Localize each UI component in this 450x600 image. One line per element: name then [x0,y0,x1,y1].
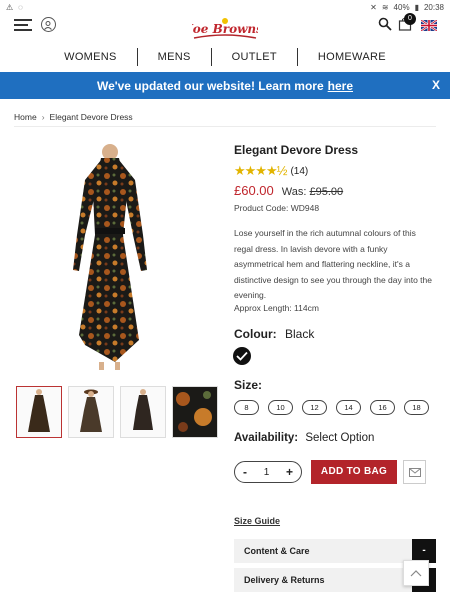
breadcrumb-home[interactable]: Home [14,112,37,122]
accordion-label: Content & Care [244,546,310,556]
divider [14,126,436,127]
breadcrumb-current: Elegant Devore Dress [49,112,133,122]
colour-label: Colour: Black [234,327,314,341]
uk-flag-icon[interactable] [420,18,438,32]
nav-mens[interactable]: MENS [138,48,212,66]
search-icon[interactable] [378,17,392,31]
site-header: Joe Browns 0 [0,13,450,44]
availability: Availability: Select Option [234,432,374,444]
battery-level: 40% [393,2,410,12]
size-guide-link[interactable]: Size Guide [234,516,280,526]
update-banner: We've updated our website! Learn more he… [0,72,450,99]
thumbnail-strip [16,386,218,438]
product-title: Elegant Devore Dress [234,143,359,157]
breadcrumb: Home › Elegant Devore Dress [14,112,133,122]
product-rating[interactable]: ★★★★½ (14) [234,163,308,179]
battery-icon: ▮ [414,2,419,12]
size-option[interactable]: 18 [404,400,429,415]
svg-text:Joe Browns: Joe Browns [192,22,258,36]
size-option[interactable]: 12 [302,400,327,415]
size-heading: Size: [234,378,263,392]
wifi-icon: ≋ [381,2,389,12]
was-price: Was: £95.00 [282,186,343,198]
colour-value: Black [285,327,315,341]
mute-icon: ✕ [370,2,377,12]
quantity-minus-button[interactable]: - [243,465,247,479]
nav-outlet[interactable]: OUTLET [212,48,298,66]
size-option[interactable]: 10 [268,400,293,415]
accordion-label: Delivery & Returns [244,575,325,585]
size-options: 8 10 12 14 16 18 [234,400,429,415]
original-price: £95.00 [309,186,344,198]
star-rating-icon: ★★★★½ [234,163,287,178]
price-block: £60.00 Was: £95.00 [234,183,343,198]
colour-swatch-black[interactable] [233,347,251,365]
email-icon[interactable] [403,460,426,484]
thumbnail[interactable] [120,386,166,438]
scroll-to-top-icon[interactable] [403,560,429,586]
was-label: Was: [281,186,307,198]
size-option[interactable]: 16 [370,400,395,415]
add-to-bag-button[interactable]: ADD TO BAG [311,460,397,484]
clock: 20:38 [423,2,444,12]
warning-icon: ⚠ [6,2,14,12]
approx-length: Approx Length: 114cm [234,303,319,313]
product-description: Lose yourself in the rich autumnal colou… [234,228,432,300]
banner-text: We've updated our website! Learn more [96,78,324,93]
colour-heading: Colour: [234,327,277,341]
main-nav: WOMENS MENS OUTLET HOMEWARE [0,44,450,70]
nav-homeware[interactable]: HOMEWARE [298,48,406,66]
brand-logo[interactable]: Joe Browns [185,16,263,40]
review-count[interactable]: (14) [290,166,308,177]
quantity-stepper: - 1 + [234,461,302,483]
quantity-plus-button[interactable]: + [286,465,293,479]
availability-label: Availability: [234,432,299,444]
quantity-value[interactable]: 1 [264,467,270,478]
product-main-image[interactable] [55,140,165,372]
thumbnail[interactable] [68,386,114,438]
availability-value: Select Option [305,432,375,444]
size-option[interactable]: 8 [234,400,259,415]
thumbnail[interactable] [16,386,62,438]
banner-link[interactable]: here [328,79,353,93]
thumbnail[interactable] [172,386,218,438]
nav-womens[interactable]: WOMENS [44,48,138,66]
current-price: £60.00 [234,183,274,198]
cart-count-badge: 0 [404,13,416,25]
chevron-right-icon: › [41,112,45,122]
account-icon[interactable] [41,17,56,32]
status-bar: ⚠ ◌ ✕ ≋ 40% ▮ 20:38 [0,0,450,14]
menu-icon[interactable] [14,19,32,31]
shield-icon: ◌ [18,2,23,12]
product-code: Product Code: WD948 [234,203,320,213]
size-option[interactable]: 14 [336,400,361,415]
banner-close-button[interactable]: X [432,78,440,92]
